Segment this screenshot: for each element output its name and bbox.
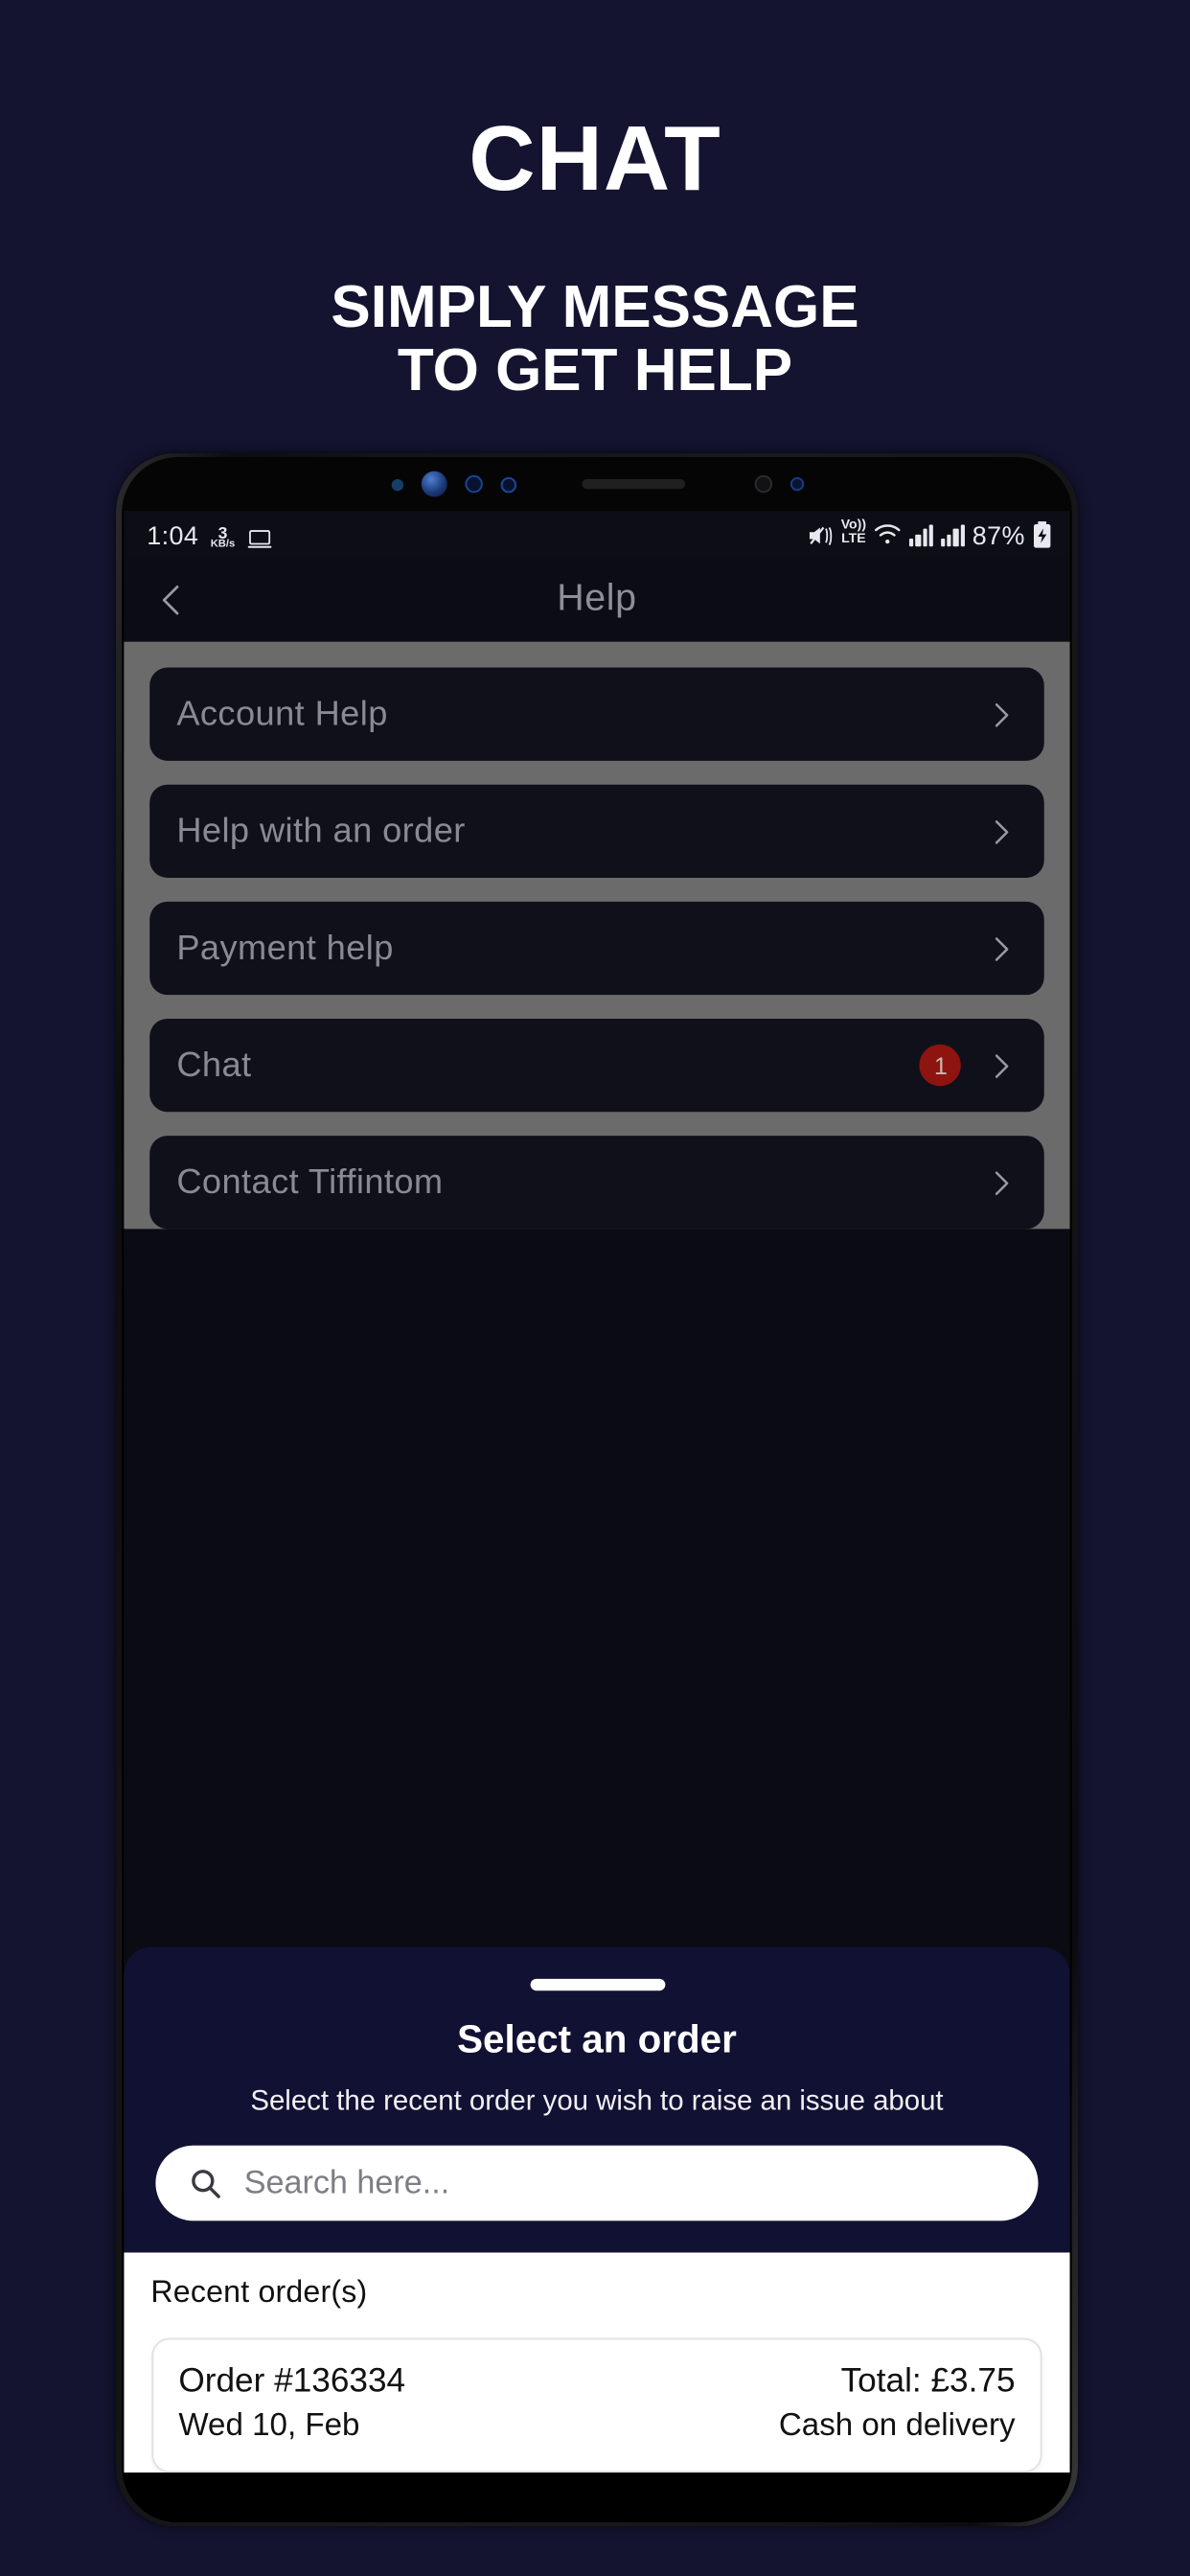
phone-mockup: 1:04 3 KB/s Vo)) LTE 87% Help Account He… <box>116 453 1078 2527</box>
help-row-label: Payment help <box>176 928 394 968</box>
order-card-left: Order #136334 Wed 10, Feb <box>178 2360 405 2449</box>
chevron-right-icon[interactable] <box>986 1167 1018 1199</box>
status-bar-right: Vo)) LTE 87% <box>805 520 1052 550</box>
help-row-payment-help[interactable]: Payment help <box>149 902 1045 996</box>
proximity-sensor-icon <box>499 476 516 493</box>
light-sensor-icon <box>789 477 804 492</box>
help-row-account-help[interactable]: Account Help <box>149 667 1045 762</box>
drag-handle[interactable] <box>529 1979 665 1991</box>
sheet-title: Select an order <box>457 2018 737 2063</box>
help-row-help-with-an-order[interactable]: Help with an order <box>149 785 1045 879</box>
order-card[interactable]: Order #136334 Wed 10, Feb Total: £3.75 C… <box>150 2338 1043 2472</box>
chevron-right-icon[interactable] <box>986 816 1018 847</box>
page-subtitle: SIMPLY MESSAGE TO GET HELP <box>0 274 1190 404</box>
order-payment-method: Cash on delivery <box>778 2409 1016 2444</box>
earpiece-speaker <box>581 479 685 490</box>
phone-glass: 1:04 3 KB/s Vo)) LTE 87% Help Account He… <box>121 457 1073 2522</box>
select-order-sheet: Select an order Select the recent order … <box>123 1947 1071 2472</box>
page-subtitle-line-2: TO GET HELP <box>397 337 793 404</box>
page-subtitle-line-1: SIMPLY MESSAGE <box>331 274 859 340</box>
status-bar-left: 1:04 3 KB/s <box>147 520 272 550</box>
help-row-label: Help with an order <box>176 810 466 851</box>
network-speed-value: 3 <box>217 521 228 542</box>
chevron-right-icon[interactable] <box>986 932 1018 964</box>
front-camera-icon <box>420 472 446 497</box>
search-icon <box>191 2170 219 2199</box>
order-total: Total: £3.75 <box>840 2361 1016 2401</box>
volte-indicator: Vo)) LTE <box>841 520 866 548</box>
network-speed-indicator: 3 KB/s <box>211 523 235 549</box>
unread-badge: 1 <box>920 1045 962 1087</box>
help-row-chat[interactable]: Chat 1 <box>149 1019 1045 1113</box>
laptop-icon <box>247 529 272 548</box>
page-title: CHAT <box>469 107 721 210</box>
help-list: Account Help Help with an order Payment … <box>123 642 1071 1230</box>
order-date: Wed 10, Feb <box>178 2409 360 2444</box>
volte-line-2: LTE <box>841 533 866 547</box>
status-bar: 1:04 3 KB/s Vo)) LTE 87% <box>123 511 1071 560</box>
recent-orders-section: Recent order(s) Order #136334 Wed 10, Fe… <box>123 2253 1071 2472</box>
help-row-label: Contact Tiffintom <box>176 1162 444 1202</box>
search-placeholder: Search here... <box>243 2164 450 2201</box>
led-indicator-icon <box>753 475 772 494</box>
battery-charging-icon <box>1034 521 1052 549</box>
signal-bars-icon-2 <box>941 523 965 546</box>
chevron-right-icon[interactable] <box>986 1049 1018 1081</box>
sensor-icon <box>390 478 403 491</box>
mute-vibrate-icon <box>809 526 832 545</box>
recent-orders-heading: Recent order(s) <box>150 2276 368 2312</box>
order-card-right: Total: £3.75 Cash on delivery <box>779 2360 1016 2449</box>
phone-screen: 1:04 3 KB/s Vo)) LTE 87% Help Account He… <box>123 511 1071 2472</box>
battery-percent: 87% <box>972 519 1025 550</box>
help-row-contact-tiffintom[interactable]: Contact Tiffintom <box>149 1136 1045 1230</box>
iris-sensor-icon <box>464 475 482 494</box>
help-row-label: Account Help <box>176 693 388 734</box>
status-clock: 1:04 <box>147 519 199 550</box>
help-row-label: Chat <box>176 1045 252 1085</box>
search-input[interactable]: Search here... <box>154 2146 1040 2221</box>
wifi-icon <box>875 524 902 544</box>
app-title: Help <box>557 578 637 621</box>
phone-bottom-bezel <box>121 2472 1073 2522</box>
back-chevron-icon[interactable] <box>150 581 190 620</box>
app-header: Help <box>123 559 1071 643</box>
network-speed-unit: KB/s <box>210 538 236 550</box>
poster-canvas: CHAT SIMPLY MESSAGE TO GET HELP 1:04 3 K… <box>0 0 1190 2576</box>
order-number: Order #136334 <box>178 2361 406 2401</box>
signal-bars-icon-1 <box>909 523 933 546</box>
chevron-right-icon[interactable] <box>986 699 1018 730</box>
sheet-subtitle: Select the recent order you wish to rais… <box>250 2086 944 2119</box>
headline-block: CHAT SIMPLY MESSAGE TO GET HELP <box>0 0 1190 403</box>
phone-top-bezel <box>121 457 1073 512</box>
